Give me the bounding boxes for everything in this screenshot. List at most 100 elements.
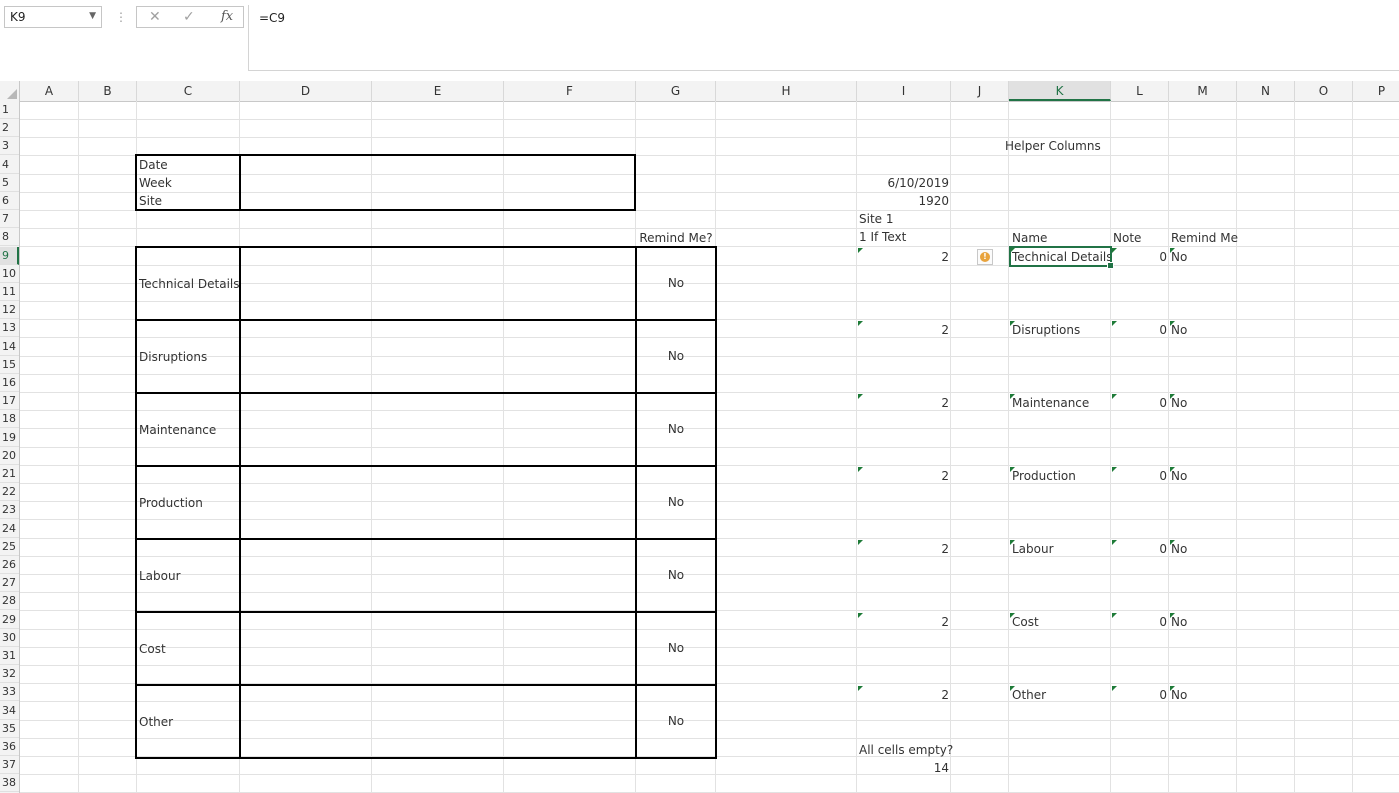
helper-name-value[interactable]: Disruptions	[1012, 321, 1080, 339]
cell-area[interactable]: Date Week Site Remind Me? Technical Deta…	[20, 101, 1399, 793]
row-header-1[interactable]: 1	[0, 101, 19, 119]
row-header-13[interactable]: 13	[0, 319, 19, 338]
row-header-2[interactable]: 2	[0, 119, 19, 138]
row-header-9[interactable]: 9	[0, 246, 19, 265]
remind-value[interactable]: No	[637, 347, 715, 365]
helper-col-note: Note	[1113, 231, 1142, 245]
column-header-h[interactable]: H	[716, 81, 857, 101]
row-header-3[interactable]: 3	[0, 137, 19, 156]
column-header-i[interactable]: I	[857, 81, 951, 101]
row-header-29[interactable]: 29	[0, 611, 19, 629]
row-header-14[interactable]: 14	[0, 338, 19, 356]
label-date: Date	[139, 158, 168, 172]
section-label: Other	[139, 715, 174, 729]
helper-name-value[interactable]: Cost	[1012, 613, 1039, 631]
column-header-a[interactable]: A	[20, 81, 79, 101]
column-header-d[interactable]: D	[240, 81, 372, 101]
column-header-m[interactable]: M	[1169, 81, 1237, 101]
remind-value[interactable]: No	[637, 566, 715, 584]
cancel-icon[interactable]: ✕	[149, 9, 161, 25]
column-header-f[interactable]: F	[504, 81, 636, 101]
helper-i-value: 2	[941, 250, 949, 264]
column-header-j[interactable]: J	[951, 81, 1009, 101]
row-header-24[interactable]: 24	[0, 520, 19, 538]
row-headers: 1 2 3 4 5 6 7 8 9 10 11 12 13 14 15 16 17 18 19 20 21 22 23 24 2…	[0, 101, 20, 793]
row-header-32[interactable]: 32	[0, 665, 19, 684]
gridline	[20, 774, 1399, 776]
column-header-b[interactable]: B	[79, 81, 137, 101]
insert-function-icon[interactable]: fx	[221, 9, 233, 24]
row-header-33[interactable]: 33	[0, 683, 19, 702]
column-header-l[interactable]: L	[1111, 81, 1169, 101]
column-header-g[interactable]: G	[636, 81, 716, 101]
row-header-18[interactable]: 18	[0, 410, 19, 429]
row-header-4[interactable]: 4	[0, 156, 19, 174]
row-header-7[interactable]: 7	[0, 210, 19, 229]
column-header-e[interactable]: E	[372, 81, 504, 101]
remind-value[interactable]: No	[637, 712, 715, 730]
remind-value[interactable]: No	[637, 420, 715, 438]
helper-name-value[interactable]: Maintenance	[1012, 394, 1089, 412]
helper-name-value[interactable]: Labour	[1012, 540, 1054, 558]
row-header-25[interactable]: 25	[0, 538, 19, 556]
more-options-icon[interactable]: ⋮	[115, 10, 127, 24]
row-header-20[interactable]: 20	[0, 447, 19, 465]
chevron-down-icon[interactable]: ▼	[89, 11, 96, 21]
error-indicator-icon	[1112, 248, 1117, 253]
row-header-21[interactable]: 21	[0, 465, 19, 483]
select-all-button[interactable]	[0, 81, 20, 101]
column-header-o[interactable]: O	[1295, 81, 1353, 101]
section-divider-left	[239, 246, 241, 759]
row-header-8[interactable]: 8	[0, 228, 19, 247]
error-indicator-icon	[1170, 613, 1175, 618]
row-header-12[interactable]: 12	[0, 301, 19, 320]
row-header-22[interactable]: 22	[0, 483, 19, 502]
row-header-26[interactable]: 26	[0, 556, 19, 574]
column-headers: ABCDEFGHIJKLMNOP	[0, 81, 1399, 102]
helper-i-value: 2	[941, 469, 949, 483]
row-header-36[interactable]: 36	[0, 738, 19, 756]
row-header-17[interactable]: 17	[0, 392, 19, 411]
remind-value[interactable]: No	[637, 639, 715, 657]
helper-name-value[interactable]: Production	[1012, 467, 1076, 485]
row-header-31[interactable]: 31	[0, 647, 19, 665]
row-header-30[interactable]: 30	[0, 629, 19, 647]
column-header-p[interactable]: P	[1353, 81, 1399, 101]
row-header-28[interactable]: 28	[0, 592, 19, 611]
section-box-1	[135, 319, 717, 394]
helper-date-value: 6/10/2019	[887, 176, 949, 190]
row-header-38[interactable]: 38	[0, 774, 19, 793]
error-indicator-icon	[858, 321, 863, 326]
remind-value[interactable]: No	[637, 493, 715, 511]
error-indicator-icon	[858, 467, 863, 472]
row-header-23[interactable]: 23	[0, 501, 19, 520]
formula-input[interactable]: =C9	[248, 5, 1399, 71]
row-header-6[interactable]: 6	[0, 192, 19, 210]
row-header-15[interactable]: 15	[0, 356, 19, 374]
error-indicator-icon	[1170, 467, 1175, 472]
row-header-11[interactable]: 11	[0, 283, 19, 301]
error-indicator-icon	[858, 394, 863, 399]
row-header-19[interactable]: 19	[0, 429, 19, 447]
name-box[interactable]: K9 ▼	[4, 6, 102, 28]
warning-icon[interactable]: !	[977, 249, 993, 265]
gridline	[950, 101, 951, 793]
remind-value[interactable]: No	[637, 274, 715, 292]
selected-cell-k9[interactable]	[1009, 246, 1114, 269]
row-header-27[interactable]: 27	[0, 574, 19, 593]
row-header-16[interactable]: 16	[0, 374, 19, 392]
error-indicator-icon	[858, 686, 863, 691]
row-header-10[interactable]: 10	[0, 265, 19, 283]
gridline	[1294, 101, 1295, 793]
error-indicator-icon	[1010, 321, 1015, 326]
row-header-37[interactable]: 37	[0, 756, 19, 775]
row-header-34[interactable]: 34	[0, 702, 19, 720]
helper-name-value[interactable]: Other	[1012, 686, 1046, 704]
section-label: Production	[139, 496, 203, 510]
row-header-35[interactable]: 35	[0, 720, 19, 738]
column-header-c[interactable]: C	[137, 81, 240, 101]
check-icon[interactable]: ✓	[183, 9, 195, 25]
row-header-5[interactable]: 5	[0, 174, 19, 192]
column-header-n[interactable]: N	[1237, 81, 1295, 101]
column-header-k[interactable]: K	[1009, 81, 1111, 101]
